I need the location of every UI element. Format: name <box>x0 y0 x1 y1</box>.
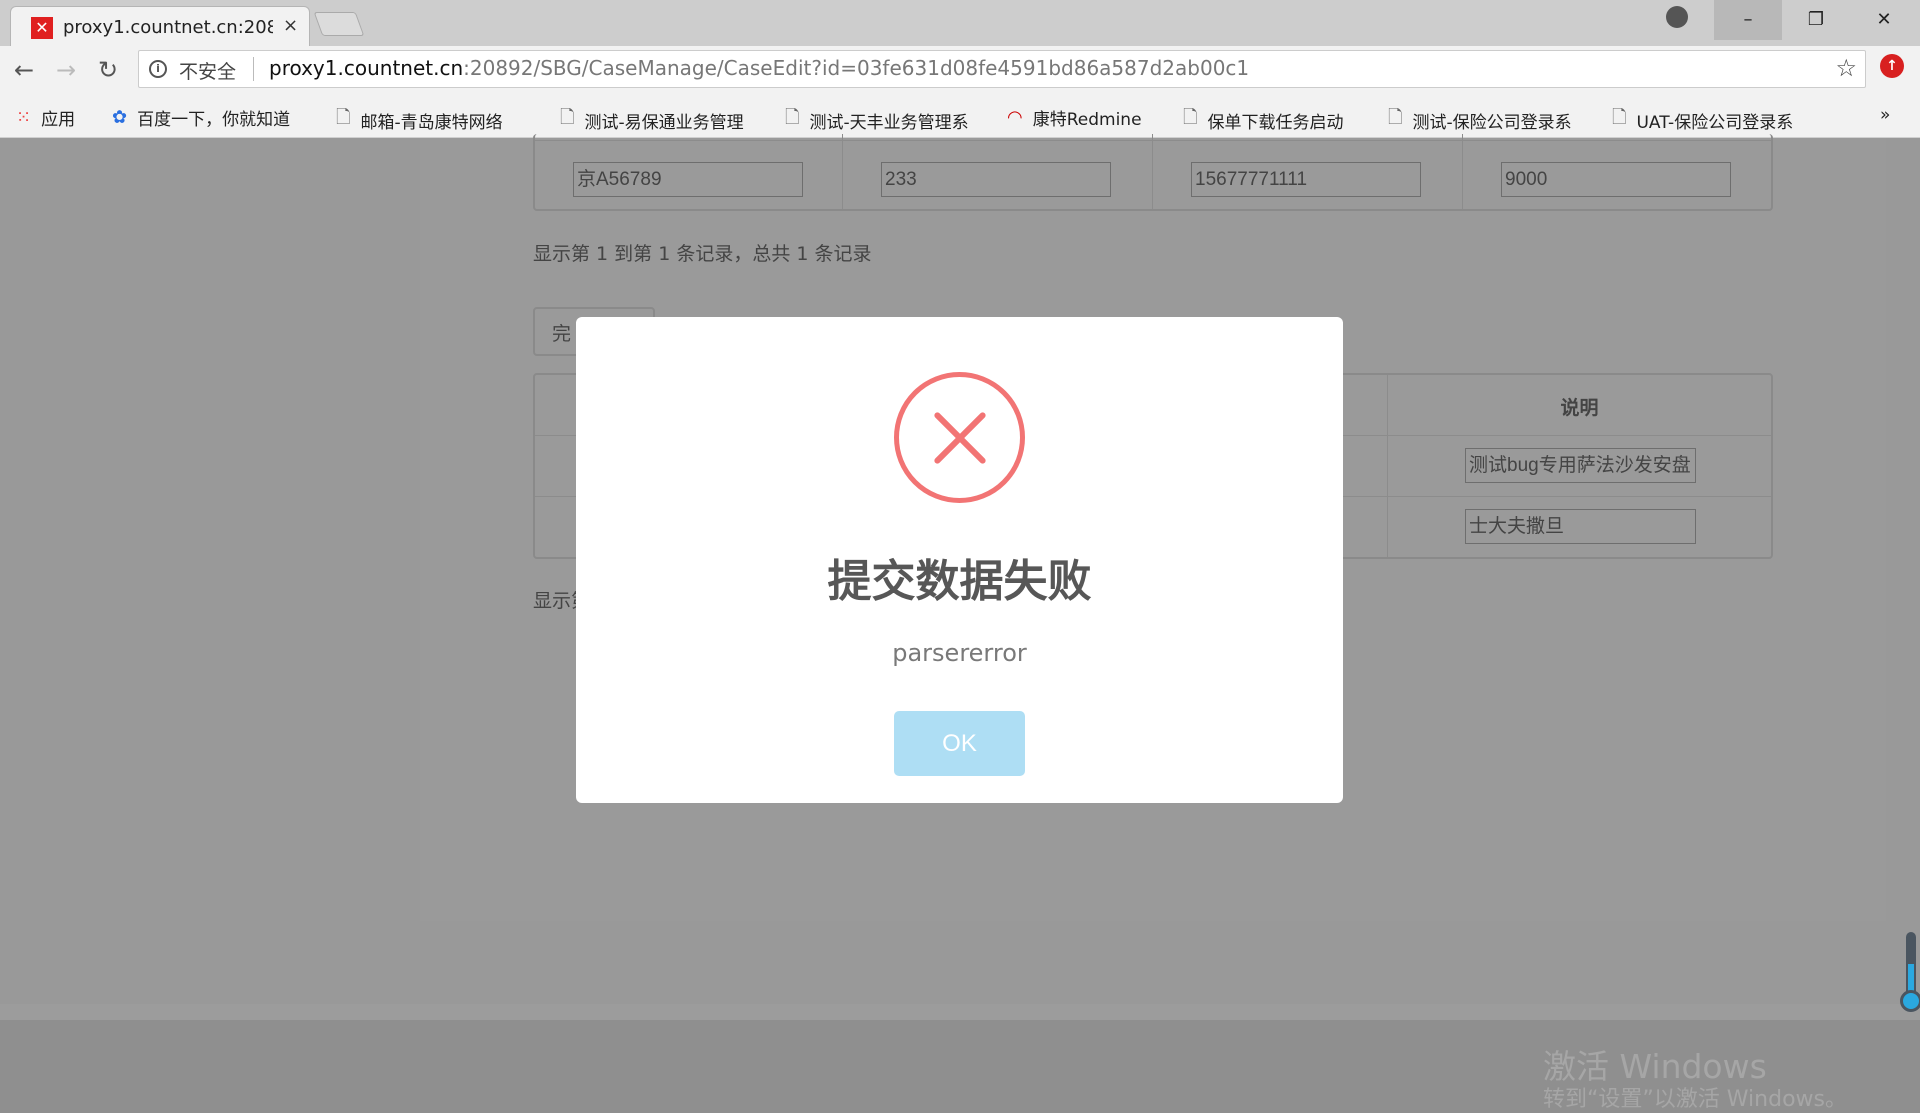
bookmark-baidu[interactable]: ✿ 百度一下，你就知道 <box>112 105 290 130</box>
redmine-icon: ◠ <box>1007 107 1023 128</box>
tab-bar: ✕ proxy1.countnet.cn:20892 × – ❐ ✕ <box>0 0 1920 46</box>
bookmark-label: 百度一下，你就知道 <box>137 110 291 130</box>
bookmark-label: 邮箱-青岛康特网络 <box>360 112 503 133</box>
minimize-button[interactable]: – <box>1714 0 1782 40</box>
table-cell: 15677771111 <box>1153 134 1463 209</box>
dialog-message: parsererror <box>892 639 1027 667</box>
windows-activation-text: 转到“设置”以激活 Windows。 <box>1543 1087 1847 1112</box>
new-tab-button[interactable] <box>313 12 365 36</box>
apps-grid-icon: ⁙ <box>16 107 32 128</box>
bookmark-item[interactable]: 🗋 UAT-保险公司登录系 <box>1612 105 1793 135</box>
security-label[interactable]: 不安全 <box>179 57 236 84</box>
tab-close-icon[interactable]: × <box>283 15 298 36</box>
url-text[interactable]: proxy1.countnet.cn:20892/SBG/CaseManage/… <box>269 56 1249 80</box>
bookmark-label: 测试-易保通业务管理 <box>584 112 744 133</box>
bookmark-item[interactable]: 🗋 测试-天丰业务管理系 <box>785 105 969 135</box>
page-icon: 🗋 <box>336 107 351 128</box>
forward-button[interactable]: → <box>56 56 76 84</box>
divider <box>253 57 254 81</box>
bookmark-label: 保单下载任务启动 <box>1207 112 1344 133</box>
bookmark-label: 康特Redmine <box>1032 110 1142 130</box>
bookmarks-bar: ⁙ 应用 ✿ 百度一下，你就知道 🗋 邮箱-青岛康特网络 🗋 测试-易保通业务管理 🗋 测… <box>0 93 1920 138</box>
tab-title: proxy1.countnet.cn:20892 <box>63 17 273 38</box>
bookmark-label: UAT-保险公司登录系 <box>1636 112 1794 133</box>
phone-input[interactable]: 15677771111 <box>1191 162 1421 197</box>
vehicle-table: 京A56789 233 15677771111 9000 <box>533 134 1773 211</box>
baidu-icon: ✿ <box>112 107 128 128</box>
bookmark-item[interactable]: 🗋 保单下载任务启动 <box>1183 105 1343 135</box>
profile-icon[interactable] <box>1666 6 1688 28</box>
bookmark-label: 应用 <box>41 110 76 130</box>
bookmarks-overflow-button[interactable]: » <box>1880 105 1890 125</box>
address-bar[interactable]: i 不安全 proxy1.countnet.cn:20892/SBG/CaseM… <box>138 50 1866 88</box>
bookmark-star-icon[interactable]: ☆ <box>1835 54 1857 82</box>
table-cell: 9000 <box>1463 134 1771 209</box>
url-path: :20892/SBG/CaseManage/CaseEdit?id=03fe63… <box>463 56 1250 80</box>
table1-summary: 显示第 1 到第 1 条记录，总共 1 条记录 <box>533 243 872 265</box>
amount-input[interactable]: 9000 <box>1501 162 1731 197</box>
browser-tab[interactable]: ✕ proxy1.countnet.cn:20892 × <box>10 6 310 46</box>
bookmark-item[interactable]: 🗋 测试-易保通业务管理 <box>560 105 744 135</box>
table-input[interactable]: 233 <box>881 162 1111 197</box>
info-icon[interactable]: i <box>149 60 167 78</box>
url-host: proxy1.countnet.cn <box>269 56 464 80</box>
bookmark-item[interactable]: 🗋 测试-保险公司登录系 <box>1388 105 1572 135</box>
description-input[interactable]: 测试bug专用萨法沙发安盘 <box>1465 448 1696 483</box>
bottom-strip <box>0 1004 1920 1020</box>
table-cell: 京A56789 <box>535 134 843 209</box>
back-button[interactable]: ← <box>14 56 34 84</box>
page-icon: 🗋 <box>1388 107 1403 128</box>
dialog-title: 提交数据失败 <box>827 556 1092 607</box>
restore-button[interactable]: ❐ <box>1782 0 1850 40</box>
reload-button[interactable]: ↻ <box>98 56 118 84</box>
plate-input[interactable]: 京A56789 <box>573 162 803 197</box>
bookmark-label: 测试-天丰业务管理系 <box>809 112 969 133</box>
page-icon: 🗋 <box>560 107 575 128</box>
close-window-button[interactable]: ✕ <box>1850 0 1918 40</box>
error-x-icon <box>894 372 1025 503</box>
description-input[interactable]: 士大夫撒旦 <box>1465 509 1696 544</box>
ok-button[interactable]: OK <box>894 711 1025 776</box>
site-favicon-icon: ✕ <box>31 17 53 39</box>
error-dialog: 提交数据失败 parsererror OK <box>576 317 1343 803</box>
bookmark-label: 测试-保险公司登录系 <box>1412 112 1572 133</box>
slider-handle[interactable] <box>1900 990 1920 1012</box>
bookmark-item[interactable]: 🗋 邮箱-青岛康特网络 <box>336 105 503 135</box>
extension-icon[interactable]: ↑ <box>1880 54 1904 78</box>
toolbar: ← → ↻ i 不安全 proxy1.countnet.cn:20892/SBG… <box>0 46 1920 93</box>
bookmark-redmine[interactable]: ◠ 康特Redmine <box>1007 105 1142 130</box>
page-icon: 🗋 <box>785 107 800 128</box>
table-cell: 233 <box>843 134 1153 209</box>
bookmark-apps[interactable]: ⁙ 应用 <box>16 105 75 130</box>
page-icon: 🗋 <box>1612 107 1627 128</box>
page-icon: 🗋 <box>1183 107 1198 128</box>
column-header-description: 说明 <box>1560 397 1599 419</box>
